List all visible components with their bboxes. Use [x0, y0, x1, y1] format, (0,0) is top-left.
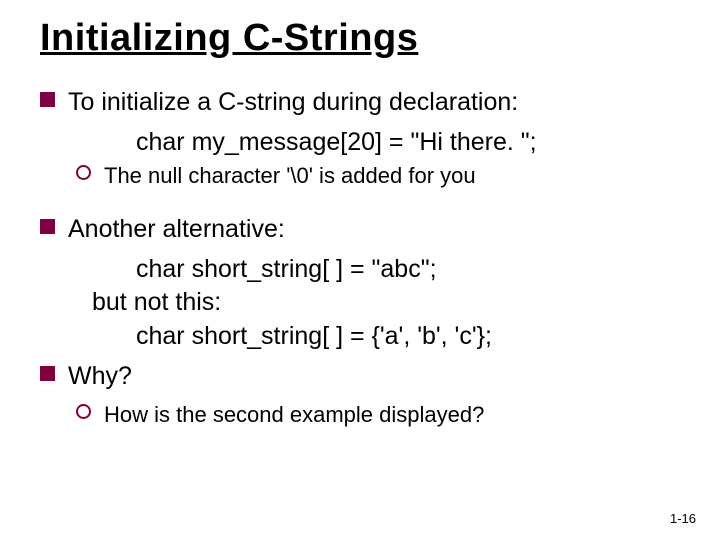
slide-number: 1-16 — [670, 511, 696, 526]
bullet-1-sub-text: The null character '\0' is added for you — [104, 163, 476, 188]
bullet-1-sub: The null character '\0' is added for you — [40, 161, 690, 191]
circle-bullet-icon — [76, 404, 91, 419]
bullet-3: Why? — [40, 360, 690, 394]
bullet-1: To initialize a C-string during declarat… — [40, 86, 690, 120]
bullet-2-mid: but not this: — [40, 286, 690, 320]
slide: Initializing C-Strings To initialize a C… — [0, 0, 720, 540]
bullet-3-sub: How is the second example displayed? — [40, 400, 690, 430]
circle-bullet-icon — [76, 165, 91, 180]
bullet-2-text: Another alternative: — [68, 215, 285, 243]
square-bullet-icon — [40, 219, 55, 234]
bullet-2-code-1: char short_string[ ] = "abc"; — [40, 253, 690, 287]
bullet-3-sub-text: How is the second example displayed? — [104, 402, 484, 427]
bullet-2: Another alternative: — [40, 213, 690, 247]
slide-title: Initializing C-Strings — [40, 18, 690, 60]
square-bullet-icon — [40, 366, 55, 381]
bullet-3-text: Why? — [68, 362, 132, 390]
bullet-1-text: To initialize a C-string during declarat… — [68, 88, 518, 116]
bullet-2-code-2: char short_string[ ] = {'a', 'b', 'c'}; — [40, 320, 690, 354]
square-bullet-icon — [40, 92, 55, 107]
bullet-1-code: char my_message[20] = "Hi there. "; — [40, 126, 690, 160]
